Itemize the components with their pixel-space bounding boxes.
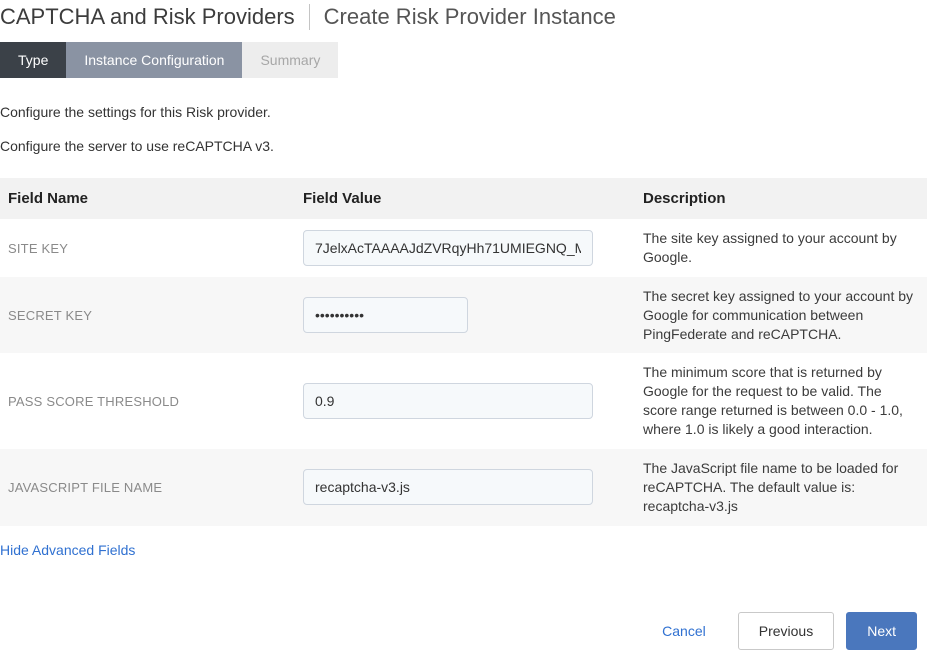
field-desc-js-file: The JavaScript file name to be loaded fo… — [643, 460, 898, 514]
intro-line-2: Configure the server to use reCAPTCHA v3… — [0, 138, 927, 154]
table-row: JAVASCRIPT FILE NAME The JavaScript file… — [0, 449, 927, 526]
col-header-name: Field Name — [0, 178, 295, 219]
tab-summary: Summary — [242, 42, 338, 78]
field-desc-pass-score: The minimum score that is returned by Go… — [643, 364, 903, 437]
wizard-footer: Cancel Previous Next — [0, 612, 927, 664]
header-separator — [309, 4, 310, 30]
field-desc-secret-key: The secret key assigned to your account … — [643, 288, 913, 342]
next-button[interactable]: Next — [846, 612, 917, 650]
pass-score-threshold-input[interactable] — [303, 383, 593, 419]
table-row: SECRET KEY The secret key assigned to yo… — [0, 277, 927, 354]
field-label-secret-key: SECRET KEY — [8, 308, 92, 323]
tab-instance-configuration[interactable]: Instance Configuration — [66, 42, 242, 78]
tab-type[interactable]: Type — [0, 42, 66, 78]
page-header: CAPTCHA and Risk Providers Create Risk P… — [0, 0, 927, 42]
table-row: SITE KEY The site key assigned to your a… — [0, 219, 927, 277]
page-subtitle: Create Risk Provider Instance — [324, 4, 616, 30]
previous-button[interactable]: Previous — [738, 612, 834, 650]
secret-key-input[interactable] — [303, 297, 468, 333]
table-row: PASS SCORE THRESHOLD The minimum score t… — [0, 353, 927, 449]
javascript-file-name-input[interactable] — [303, 469, 593, 505]
field-label-js-file: JAVASCRIPT FILE NAME — [8, 480, 162, 495]
page-title: CAPTCHA and Risk Providers — [0, 4, 309, 30]
cancel-button[interactable]: Cancel — [642, 613, 726, 649]
fields-table: Field Name Field Value Description SITE … — [0, 178, 927, 526]
intro-line-1: Configure the settings for this Risk pro… — [0, 104, 927, 120]
hide-advanced-fields-link[interactable]: Hide Advanced Fields — [0, 542, 135, 558]
col-header-desc: Description — [635, 178, 927, 219]
field-label-pass-score: PASS SCORE THRESHOLD — [8, 394, 179, 409]
site-key-input[interactable] — [303, 230, 593, 266]
field-label-site-key: SITE KEY — [8, 241, 68, 256]
intro-text: Configure the settings for this Risk pro… — [0, 104, 927, 154]
wizard-tabs: Type Instance Configuration Summary — [0, 42, 927, 78]
col-header-value: Field Value — [295, 178, 635, 219]
field-desc-site-key: The site key assigned to your account by… — [643, 230, 897, 265]
